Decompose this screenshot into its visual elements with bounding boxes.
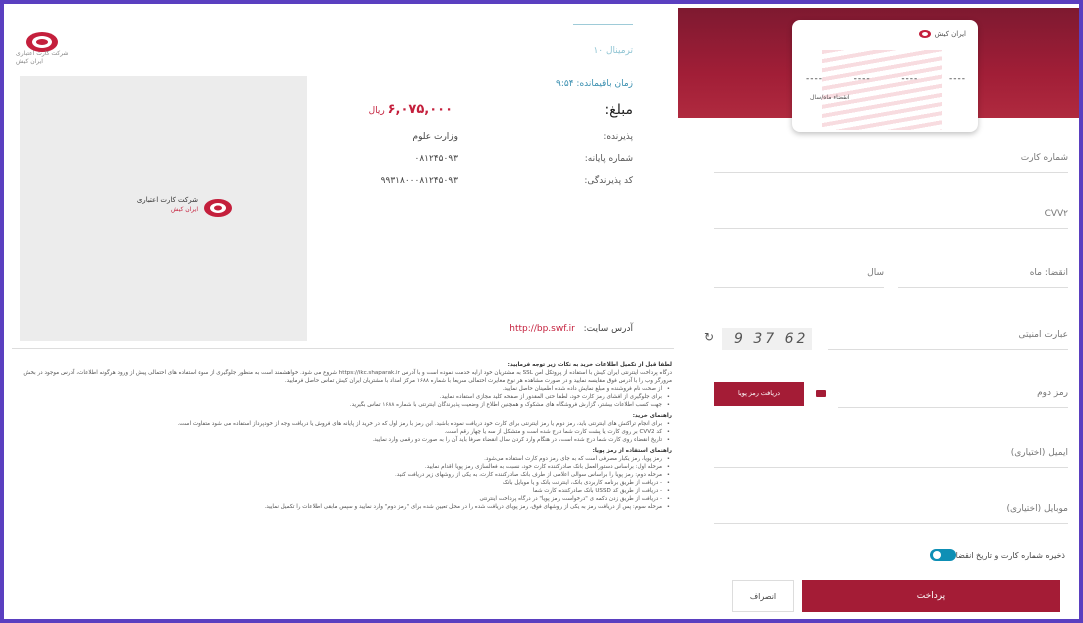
pay-button[interactable]: پرداخت	[802, 580, 1060, 612]
save-card-label: ذخیره شماره کارت و تاریخ انقضا	[955, 550, 1065, 560]
acceptor-code-row: کد پذیرندگی: ۹۹۳۱۸۰۰۰۸۱۲۴۵۰۹۳	[328, 176, 633, 194]
email-label: ایمیل (اختیاری)	[1010, 448, 1068, 458]
mobile-label: موبایل (اختیاری)	[1006, 504, 1068, 514]
captcha-label: عبارت امنیتی	[1018, 330, 1068, 340]
amount-unit: ریال	[368, 106, 385, 116]
merchant-label: پذیرنده:	[603, 132, 633, 142]
list-item: - دریافت از طریق برنامه کاربردی بانک، ای…	[16, 479, 672, 487]
mobile-field[interactable]: موبایل (اختیاری)	[714, 504, 1068, 524]
cvv2-label: CVV۲	[1044, 209, 1068, 219]
company-name: شرکت کارت اعتباری ایران کیش	[16, 50, 69, 65]
list-item: کد CVV2 بر روی کارت یا پشت کارت شما درج …	[16, 428, 672, 436]
expiry-year-field[interactable]: سال	[714, 268, 884, 288]
refresh-icon[interactable]: ↻	[704, 330, 714, 344]
page-frame: شرکت کارت اعتباری ایران کیش شرکت کارت اع…	[0, 0, 1083, 623]
merchant-subtitle: ایران کیش	[171, 206, 198, 213]
amount-row: مبلغ: ۶,۰۷۵,۰۰۰ ریال	[328, 102, 633, 120]
section-divider	[12, 348, 674, 349]
merchant-value: وزارت علوم	[412, 132, 458, 142]
pin2-label: رمز دوم	[1037, 388, 1068, 398]
pin2-field[interactable]: رمز دوم	[838, 388, 1068, 408]
merchant-logo-box: شرکت کارت اعتباری ایران کیش	[20, 76, 307, 341]
list-item: - دریافت از طریق زدن دکمه ی "درخواست رمز…	[16, 495, 672, 503]
guide-intro: لطفا قبل از تکمیل اطلاعات خرید به نکات ز…	[507, 362, 672, 368]
site-address: آدرس سایت: http://bp.swf.ir	[509, 324, 633, 334]
acceptor-code-label: کد پذیرندگی:	[584, 176, 633, 186]
banner-mark	[1079, 28, 1083, 46]
merchant-info-pane: شرکت کارت اعتباری ایران کیش شرکت کارت اع…	[8, 8, 678, 619]
list-item: تاریخ انقضاء روی کارت شما درج شده است، د…	[16, 436, 672, 444]
guide-heading-purchase: راهنمای خرید:	[632, 413, 672, 419]
terminal-row: شماره پایانه: ۰۸۱۲۴۵۰۹۳	[328, 154, 633, 172]
terminal-value: ۰۸۱۲۴۵۰۹۳	[414, 154, 458, 164]
list-item: - دریافت از طریق کد USSD بانک صادرکننده …	[16, 487, 672, 495]
merchant-row: پذیرنده: وزارت علوم	[328, 132, 633, 150]
cvv2-field[interactable]: CVV۲	[714, 209, 1068, 229]
card-number-preview: ---- ---- ---- ----	[806, 74, 966, 84]
card-preview: ایران کیش ---- ---- ---- ---- انقضاء ماه…	[792, 20, 978, 132]
list-item: مرحله سوم: پس از دریافت رمز به یکی از رو…	[16, 503, 672, 511]
card-number-label: شماره کارت	[1020, 153, 1068, 163]
cancel-button[interactable]: انصراف	[732, 580, 794, 612]
captcha-field[interactable]: عبارت امنیتی	[828, 330, 1068, 350]
payment-form-pane: ایران کیش ---- ---- ---- ---- انقضاء ماه…	[678, 8, 1083, 619]
expiry-month-label: انقضا: ماه	[1029, 268, 1068, 278]
list-item: مرحله دوم: رمز پویا را براساس سوالی اعلا…	[16, 471, 672, 479]
save-card-toggle-row: ذخیره شماره کارت و تاریخ انقضا	[924, 549, 1065, 561]
site-label: آدرس سایت:	[583, 324, 633, 334]
terminal-hint: ترمینال ۱۰	[593, 46, 633, 56]
save-card-toggle[interactable]	[929, 549, 956, 561]
card-watermark	[822, 50, 942, 130]
card-number-field[interactable]: شماره کارت	[714, 153, 1068, 173]
list-item: رمز پویا، رمز یکبار مصرفی است که به جای …	[16, 455, 672, 463]
captcha-image: 9 37 62	[722, 328, 812, 350]
card-expiry-preview: انقضاء ماه/سال	[810, 94, 850, 101]
payment-guide: لطفا قبل از تکمیل اطلاعات خرید به نکات ز…	[16, 358, 672, 511]
info-divider	[573, 24, 633, 25]
list-item: برای جلوگیری از افشای رمز کارت خود، لطفا…	[16, 393, 672, 401]
guide-heading-otp: راهنمای استفاده از رمز پویا:	[592, 448, 672, 454]
list-item: مرحله اول: براساس دستورالعمل بانک صادرکن…	[16, 463, 672, 471]
amount-label: مبلغ:	[604, 102, 633, 118]
list-item: از صحت نام فروشنده و مبلغ نمایش داده شده…	[16, 385, 672, 393]
terminal-label: شماره پایانه:	[584, 154, 633, 164]
keyboard-icon[interactable]	[816, 390, 826, 397]
request-otp-button[interactable]: دریافت رمز پویا	[714, 382, 804, 406]
card-brand: ایران کیش	[934, 30, 966, 38]
list-item: جهت کسب اطلاعات بیشتر، گزارش فروشگاه های…	[16, 401, 672, 409]
merchant-name: شرکت کارت اعتباری	[136, 196, 198, 204]
card-brand-logo-icon	[919, 30, 931, 38]
list-item: برای انجام تراکنش های اینترنتی باید، رمز…	[16, 420, 672, 428]
email-field[interactable]: ایمیل (اختیاری)	[714, 448, 1068, 468]
site-url-link[interactable]: http://bp.swf.ir	[509, 324, 574, 334]
expiry-year-label: سال	[867, 268, 884, 278]
acceptor-code-value: ۹۹۳۱۸۰۰۰۸۱۲۴۵۰۹۳	[380, 176, 458, 186]
amount-value: ۶,۰۷۵,۰۰۰	[387, 102, 453, 117]
remaining-time: زمان باقیمانده: ۹:۵۴	[556, 79, 633, 89]
merchant-logo-icon	[204, 199, 232, 217]
guide-paragraph: درگاه پرداخت اینترنتی ایران کیش با استفا…	[23, 370, 672, 384]
expiry-month-field[interactable]: انقضا: ماه	[898, 268, 1068, 288]
